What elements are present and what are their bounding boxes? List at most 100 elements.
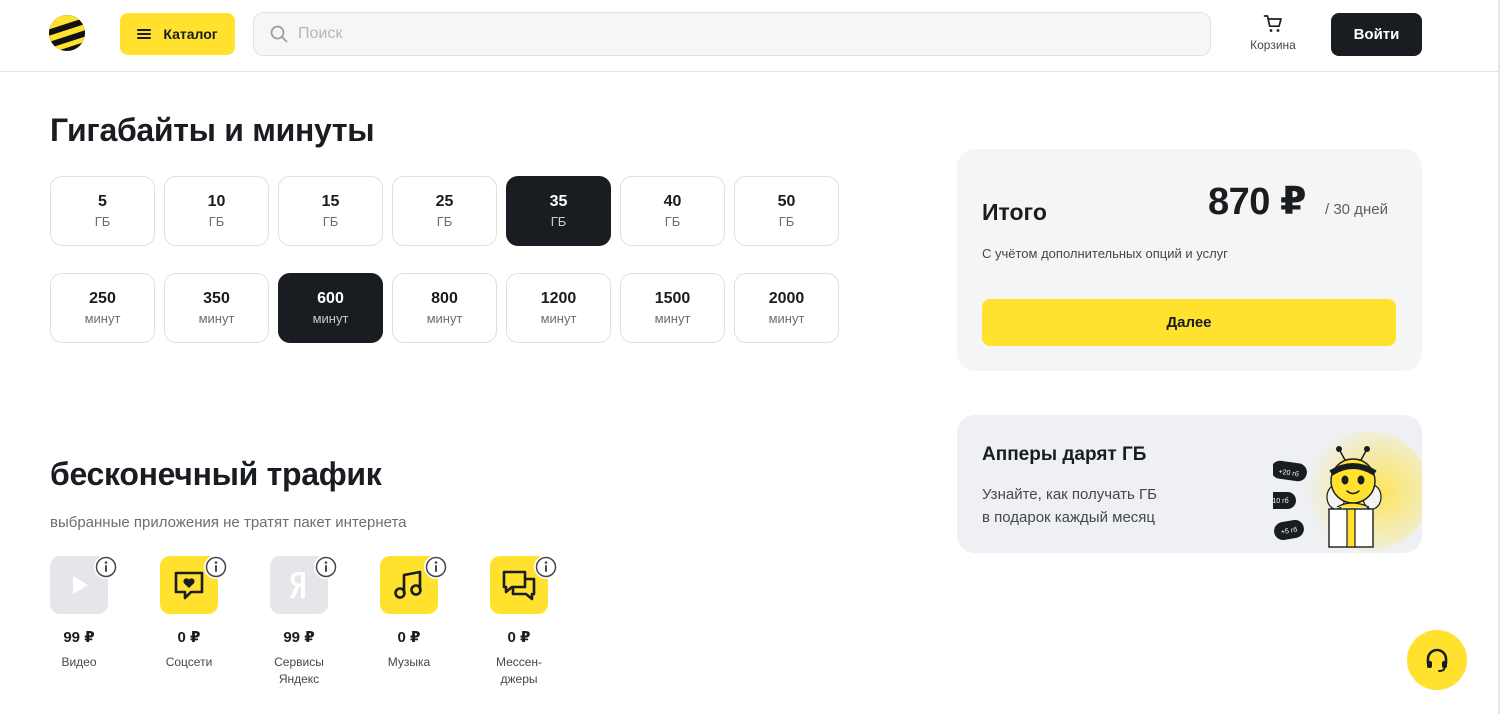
gb-option[interactable]: 50 ГБ	[734, 176, 839, 246]
unlimited-apps: 99 ₽ Видео 0 ₽ Соцсети 99 ₽ Сервисы Янде…	[50, 555, 558, 688]
minutes-option-value: 1200	[540, 289, 577, 307]
tariff-title: Гигабайты и минуты	[50, 112, 375, 148]
gb-option[interactable]: 10 ГБ	[164, 176, 269, 246]
catalog-label: Каталог	[163, 26, 218, 42]
search-input[interactable]	[298, 25, 1178, 43]
login-button[interactable]: Войти	[1331, 13, 1422, 56]
minutes-option[interactable]: 1200 минут	[506, 273, 611, 343]
gb-option-unit: ГБ	[94, 213, 111, 229]
app-name-line: Видео	[61, 655, 97, 669]
svg-text:+10 гб: +10 гб	[1273, 497, 1289, 505]
video-play-icon	[73, 576, 88, 594]
app-price: 99 ₽	[63, 629, 95, 646]
yandex-icon	[290, 572, 305, 598]
beeline-logo-icon[interactable]	[49, 15, 85, 51]
minutes-option[interactable]: 2000 минут	[734, 273, 839, 343]
cart-button[interactable]: Корзина	[1242, 14, 1304, 56]
badge-5: +5 гб	[1274, 519, 1304, 541]
minutes-option[interactable]: 1500 минут	[620, 273, 725, 343]
app-name: Соцсети	[166, 654, 213, 671]
app-name-line: Соцсети	[165, 655, 213, 669]
total-title: Итого	[982, 199, 1047, 225]
menu-icon	[137, 29, 152, 39]
headset-icon	[1426, 648, 1448, 672]
minute-options: 250 минут 350 минут 600 минут 800 минут 1200 мину…	[50, 273, 839, 343]
promo-text: Узнайте, как получать ГБ в подарок кажды…	[982, 483, 1202, 529]
app-name-line: Мессен-	[495, 655, 543, 669]
app-name-line: джеры	[500, 672, 538, 686]
minutes-option-unit: минут	[768, 310, 805, 326]
total-price: 870 ₽	[1208, 181, 1306, 223]
minutes-option-unit: минут	[84, 310, 121, 326]
cart-label: Корзина	[1250, 38, 1296, 52]
gb-option-value: 15	[321, 192, 340, 210]
badge-10: +10 гб	[1273, 492, 1296, 509]
minutes-option-value: 350	[203, 289, 230, 307]
info-icon[interactable]	[424, 555, 448, 579]
minutes-option[interactable]: 350 минут	[164, 273, 269, 343]
minutes-option-value: 1500	[654, 289, 691, 307]
app-price: 0 ₽	[397, 629, 421, 646]
app-price: 99 ₽	[283, 629, 315, 646]
gb-option-value: 50	[777, 192, 796, 210]
gb-option[interactable]: 15 ГБ	[278, 176, 383, 246]
gb-options: 5 ГБ 10 ГБ 15 ГБ 25 ГБ 35 ГБ 40 ГБ 50 ГБ	[50, 176, 839, 246]
minutes-option-unit: минут	[654, 310, 691, 326]
app-item-music: 0 ₽ Музыка	[380, 555, 448, 688]
catalog-button[interactable]: Каталог	[120, 13, 235, 55]
top-header: Каталог Корзина Войти	[0, 0, 1500, 72]
gb-option-value: 5	[98, 192, 107, 210]
minutes-option[interactable]: 250 минут	[50, 273, 155, 343]
messenger-chat-icon	[502, 570, 536, 601]
total-card: Итого 870 ₽ / 30 дней С учётом дополните…	[957, 149, 1422, 371]
app-name-line: Сервисы	[274, 655, 324, 669]
app-item-messengers: 0 ₽ Мессен- джеры	[490, 555, 558, 688]
unlimited-title: бесконечный трафик	[50, 456, 382, 492]
minutes-option[interactable]: 800 минут	[392, 273, 497, 343]
app-name: Музыка	[388, 654, 430, 671]
bee-gift-illustration: +20 гб +10 гб +5 гб	[1273, 431, 1422, 551]
app-item-yandex: 99 ₽ Сервисы Яндекс	[270, 555, 338, 688]
info-icon[interactable]	[314, 555, 338, 579]
app-name: Видео	[61, 654, 96, 671]
unlimited-subtitle: выбранные приложения не тратят пакет инт…	[50, 514, 407, 531]
minutes-option-unit: минут	[312, 310, 349, 326]
minutes-option-unit: минут	[198, 310, 235, 326]
minutes-option-unit: минут	[540, 310, 577, 326]
app-name: Мессен- джеры	[496, 654, 542, 688]
social-heart-icon	[174, 571, 204, 600]
app-item-video: 99 ₽ Видео	[50, 555, 118, 688]
info-icon[interactable]	[534, 555, 558, 579]
app-name-line: Яндекс	[278, 672, 320, 686]
minutes-option-value: 2000	[768, 289, 805, 307]
gb-option-value: 10	[207, 192, 226, 210]
gb-option[interactable]: 25 ГБ	[392, 176, 497, 246]
search-icon	[270, 25, 288, 43]
promo-card[interactable]: Апперы дарят ГБ Узнайте, как получать ГБ…	[957, 415, 1422, 553]
gb-option-value: 35	[549, 192, 568, 210]
minutes-option-value: 250	[89, 289, 116, 307]
app-price: 0 ₽	[177, 629, 201, 646]
search-box[interactable]	[253, 12, 1211, 56]
gb-option[interactable]: 35 ГБ	[506, 176, 611, 246]
info-icon[interactable]	[204, 555, 228, 579]
cart-icon	[1263, 15, 1282, 32]
app-name: Сервисы Яндекс	[274, 654, 324, 688]
promo-line-1: Узнайте, как получать ГБ	[982, 486, 1157, 503]
minutes-option[interactable]: 600 минут	[278, 273, 383, 343]
next-button[interactable]: Далее	[982, 299, 1396, 346]
gb-option-value: 25	[435, 192, 454, 210]
promo-title: Апперы дарят ГБ	[982, 444, 1147, 465]
gb-option-unit: ГБ	[664, 213, 681, 229]
promo-line-2: в подарок каждый месяц	[982, 509, 1155, 526]
gb-option-unit: ГБ	[436, 213, 453, 229]
minutes-option-value: 800	[431, 289, 458, 307]
gb-option[interactable]: 5 ГБ	[50, 176, 155, 246]
music-note-icon	[394, 570, 422, 599]
support-chat-button[interactable]	[1407, 630, 1467, 690]
gb-option[interactable]: 40 ГБ	[620, 176, 725, 246]
minutes-option-unit: минут	[426, 310, 463, 326]
minutes-option-value: 600	[317, 289, 344, 307]
app-item-social: 0 ₽ Соцсети	[160, 555, 228, 688]
info-icon[interactable]	[94, 555, 118, 579]
